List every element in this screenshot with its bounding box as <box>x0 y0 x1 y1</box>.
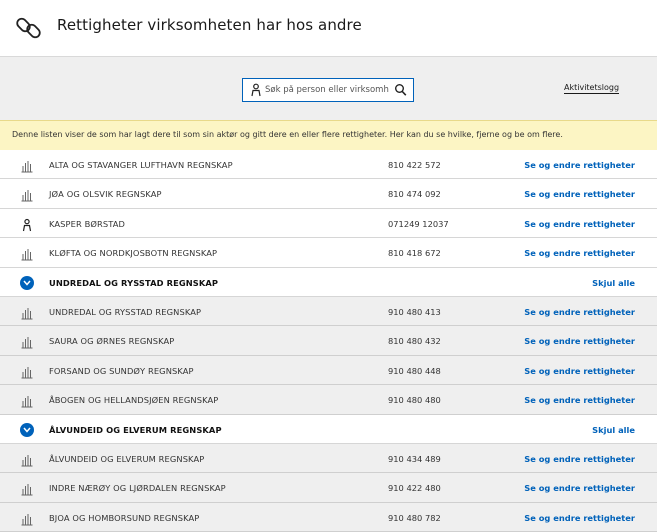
building-icon <box>20 187 34 202</box>
view-edit-rights-link[interactable]: Se og endre rettigheter <box>524 307 635 317</box>
row-number: 910 480 480 <box>388 395 441 406</box>
search-icon[interactable] <box>394 83 407 97</box>
info-banner: Denne listen viser de som har lagt dere … <box>0 120 657 150</box>
list-row: UNDREDAL OG RYSSTAD REGNSKAP 910 480 413 S… <box>0 296 657 327</box>
building-icon <box>20 481 34 496</box>
page-title: Rettigheter virksomheten har hos andre <box>57 16 362 34</box>
view-edit-rights-link[interactable]: Se og endre rettigheter <box>524 483 635 493</box>
row-number: 810 422 572 <box>388 160 441 170</box>
view-edit-rights-link[interactable]: Se og endre rettigheter <box>524 454 635 464</box>
list-row: ALTA OG STAVANGER LUFTHAVN REGNSKAP 810 4… <box>0 150 657 180</box>
list-row: JØA OG OLSVIK REGNSKAP 810 474 092 Se og e… <box>0 179 657 209</box>
row-number: 910 422 480 <box>388 483 441 494</box>
row-name: ALTA OG STAVANGER LUFTHAVN REGNSKAP <box>49 160 233 170</box>
row-name: BJOA OG HOMBORSUND REGNSKAP <box>49 512 200 523</box>
info-text: Denne listen viser de som har lagt dere … <box>12 130 563 139</box>
group-row[interactable]: UNDREDAL OG RYSSTAD REGNSKAP Skjul alle <box>0 267 657 297</box>
view-edit-rights-link[interactable]: Se og endre rettigheter <box>524 219 635 229</box>
row-number: 810 480 432 <box>388 336 441 347</box>
list-row: ÅLVUNDEID OG ELVERUM REGNSKAP 910 434 489… <box>0 443 657 474</box>
row-name: JØA OG OLSVIK REGNSKAP <box>49 189 162 200</box>
search-box[interactable] <box>242 78 414 102</box>
row-number: 910 434 489 <box>388 453 441 464</box>
row-number: 910 480 448 <box>388 365 441 376</box>
row-number: 810 474 092 <box>388 189 441 200</box>
row-name: ÅLVUNDEID OG ELVERUM REGNSKAP <box>49 453 205 464</box>
row-number: 910 480 413 <box>388 306 441 317</box>
row-name: KLØFTA OG NORDKJOSBOTN REGNSKAP <box>49 248 218 259</box>
row-name: ÅBOGEN OG HELLANDSJØEN REGNSKAP <box>49 395 219 406</box>
list-row: KASPER BØRSTAD 071249 12037 Se og endre re… <box>0 208 657 239</box>
row-name: ÅLVUNDEID OG ELVERUM REGNSKAP <box>49 424 222 435</box>
row-name: FORSAND OG SUNDØY REGNSKAP <box>49 365 194 376</box>
hide-all-link[interactable]: Skjul alle <box>592 278 635 288</box>
row-number: 810 418 672 <box>388 248 441 259</box>
chevron-down-icon[interactable] <box>20 422 34 437</box>
chevron-down-icon[interactable] <box>20 275 34 290</box>
building-icon <box>20 393 34 408</box>
list-row: FORSAND OG SUNDØY REGNSKAP 910 480 448 Se … <box>0 355 657 386</box>
row-name: UNDREDAL OG RYSSTAD REGNSKAP <box>49 306 202 317</box>
row-number: 071249 12037 <box>388 218 449 229</box>
view-edit-rights-link[interactable]: Se og endre rettigheter <box>524 336 635 346</box>
building-icon <box>20 158 34 173</box>
search-input[interactable] <box>265 81 389 99</box>
row-name: UNDREDAL OG RYSSTAD REGNSKAP <box>49 277 219 288</box>
row-name: INDRE NÆRØY OG LJØRDALEN REGNSKAP <box>49 483 226 494</box>
building-icon <box>20 511 34 526</box>
list-row: INDRE NÆRØY OG LJØRDALEN REGNSKAP 910 422… <box>0 473 657 503</box>
view-edit-rights-link[interactable]: Se og endre rettigheter <box>524 366 635 376</box>
building-icon <box>20 305 34 320</box>
building-icon <box>20 364 34 379</box>
list-row: KLØFTA OG NORDKJOSBOTN REGNSKAP 810 418 6… <box>0 238 657 268</box>
row-number: 910 480 782 <box>388 512 441 523</box>
building-icon <box>20 334 34 349</box>
row-name: KASPER BØRSTAD <box>49 218 126 229</box>
group-row[interactable]: ÅLVUNDEID OG ELVERUM REGNSKAP Skjul alle <box>0 414 657 444</box>
building-icon <box>20 246 34 261</box>
view-edit-rights-link[interactable]: Se og endre rettigheter <box>524 395 635 405</box>
list-row: ÅBOGEN OG HELLANDSJØEN REGNSKAP 910 480 4… <box>0 385 657 415</box>
page-header: Rettigheter virksomheten har hos andre <box>0 0 657 57</box>
rights-list: ALTA OG STAVANGER LUFTHAVN REGNSKAP 810 4… <box>0 150 657 532</box>
view-edit-rights-link[interactable]: Se og endre rettigheter <box>524 513 635 523</box>
search-bar: Aktivitetslogg <box>0 57 657 120</box>
row-name: SAURA OG ØRNES REGNSKAP <box>49 336 175 347</box>
hide-all-link[interactable]: Skjul alle <box>592 425 635 435</box>
link-icon <box>16 17 41 39</box>
view-edit-rights-link[interactable]: Se og endre rettigheter <box>524 248 635 258</box>
view-edit-rights-link[interactable]: Se og endre rettigheter <box>524 160 635 170</box>
activity-log-link[interactable]: Aktivitetslogg <box>564 83 620 94</box>
list-row: SAURA OG ØRNES REGNSKAP 810 480 432 Se og … <box>0 326 657 356</box>
building-icon <box>20 452 34 467</box>
view-edit-rights-link[interactable]: Se og endre rettigheter <box>524 189 635 199</box>
person-icon <box>20 217 34 231</box>
person-icon <box>251 83 261 97</box>
list-row: BJOA OG HOMBORSUND REGNSKAP 910 480 782 Se… <box>0 502 657 532</box>
